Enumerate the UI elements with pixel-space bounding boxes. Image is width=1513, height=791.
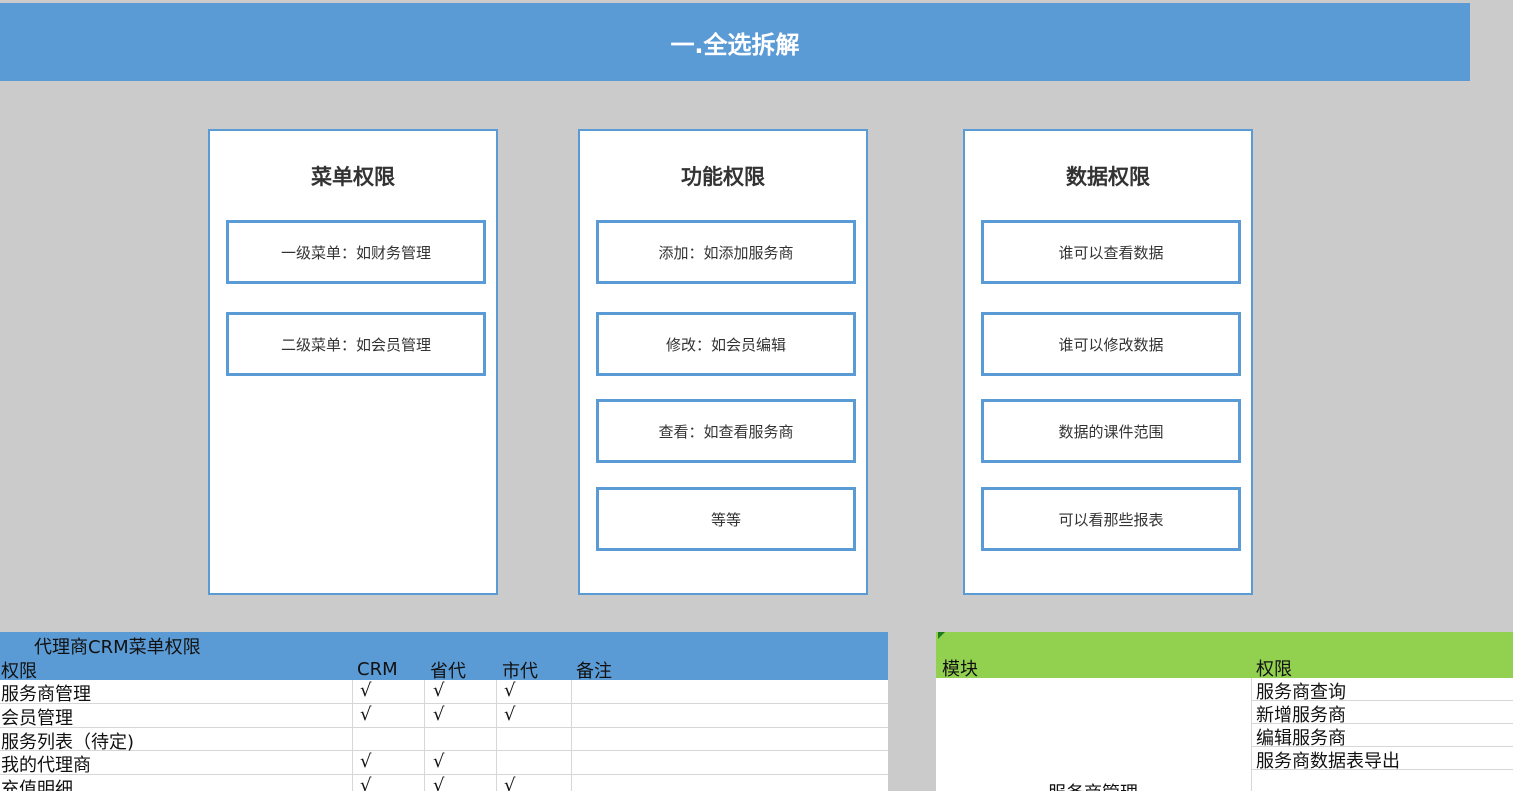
panel-title: 数据权限	[1066, 165, 1150, 189]
module-cell[interactable]: 服务商管理	[1048, 779, 1138, 791]
panel-menu-permissions: 菜单权限 一级菜单：如财务管理 二级菜单：如会员管理	[208, 129, 498, 595]
table-cell[interactable]: √	[360, 680, 371, 701]
table-cell[interactable]: 服务商管理	[1, 680, 91, 706]
panel-title: 功能权限	[681, 165, 765, 189]
table-cell[interactable]: 我的代理商	[1, 751, 91, 777]
banner-title: 一.全选拆解	[670, 30, 800, 59]
column-header[interactable]: 模块	[942, 655, 978, 681]
module-permission-sheet: 模块 权限 服务商查询 新增服务商 编辑服务商 服务商数据表导出 服务商管理	[936, 632, 1513, 791]
panel-item: 谁可以查看数据	[981, 220, 1241, 284]
panel-item: 谁可以修改数据	[981, 312, 1241, 376]
column-header[interactable]: CRM	[357, 659, 398, 680]
panel-item: 数据的课件范围	[981, 399, 1241, 463]
panel-item: 可以看那些报表	[981, 487, 1241, 551]
sheet-divider	[888, 632, 892, 791]
table-cell[interactable]: √	[504, 680, 515, 701]
panel-data-permissions: 数据权限 谁可以查看数据 谁可以修改数据 数据的课件范围 可以看那些报表	[963, 129, 1253, 595]
table-cell[interactable]: 充值明细	[1, 775, 73, 791]
table-cell[interactable]: √	[504, 704, 515, 725]
sheet-caption: 代理商CRM菜单权限	[34, 637, 201, 658]
panel-item: 等等	[596, 487, 856, 551]
column-header[interactable]: 备注	[576, 657, 612, 683]
table-cell[interactable]: √	[433, 751, 444, 772]
panel-title: 菜单权限	[311, 165, 395, 189]
menu-permission-sheet: 代理商CRM菜单权限 权限 CRM 省代 市代 备注 服务商管理 √ √ √ 会…	[0, 632, 892, 791]
table-cell[interactable]: 服务商数据表导出	[1256, 747, 1400, 773]
table-cell[interactable]: √	[433, 680, 444, 701]
panel-item: 二级菜单：如会员管理	[226, 312, 486, 376]
table-cell[interactable]: √	[433, 704, 444, 725]
table-cell[interactable]: 会员管理	[1, 704, 73, 730]
panel-item: 一级菜单：如财务管理	[226, 220, 486, 284]
panel-item: 修改：如会员编辑	[596, 312, 856, 376]
cell-comment-marker-icon	[938, 632, 945, 639]
grid-line	[1251, 678, 1252, 791]
panel-item: 添加：如添加服务商	[596, 220, 856, 284]
table-cell[interactable]: √	[360, 704, 371, 725]
table-cell[interactable]: √	[360, 775, 371, 791]
page-banner: 一.全选拆解	[0, 3, 1470, 81]
panel-item: 查看：如查看服务商	[596, 399, 856, 463]
sheet-header-band	[936, 632, 1513, 678]
table-cell[interactable]: √	[433, 775, 444, 791]
panel-function-permissions: 功能权限 添加：如添加服务商 修改：如会员编辑 查看：如查看服务商 等等	[578, 129, 868, 595]
table-cell[interactable]: √	[360, 751, 371, 772]
table-cell[interactable]: √	[504, 775, 515, 791]
